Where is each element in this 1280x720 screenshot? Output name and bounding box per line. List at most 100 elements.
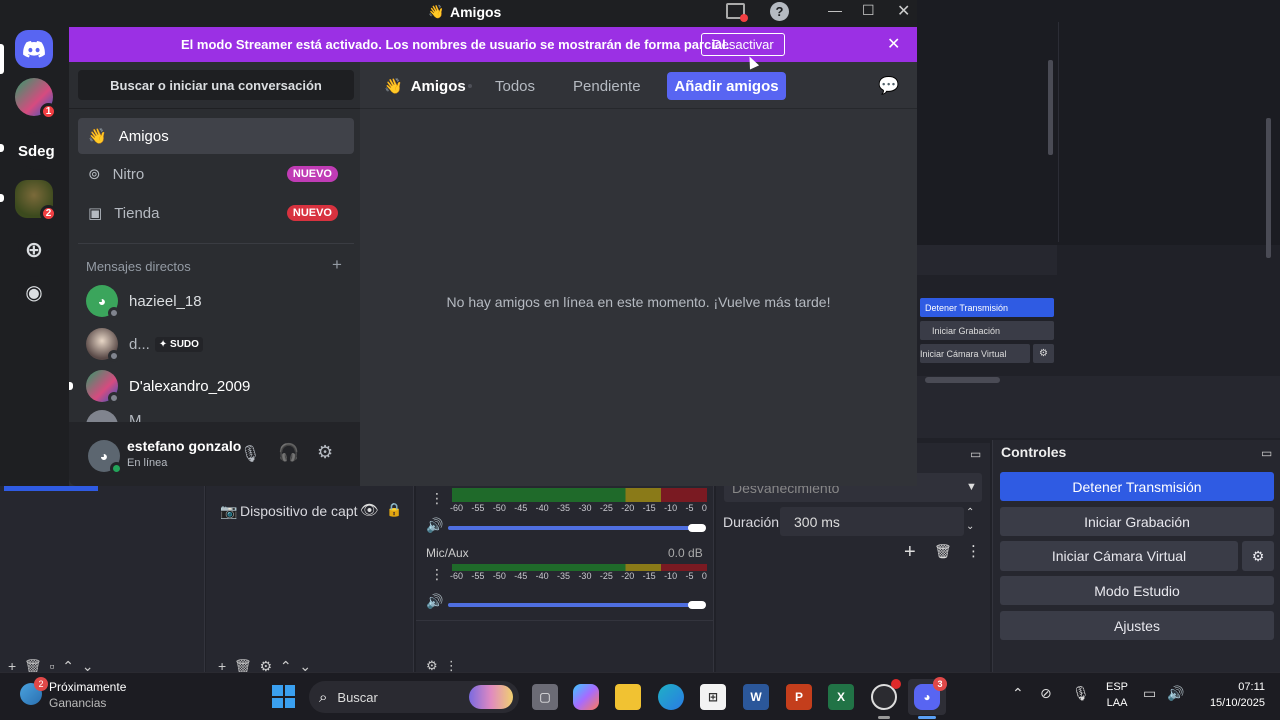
dm-item[interactable]: M... xyxy=(78,408,354,422)
mic-meter xyxy=(452,564,707,571)
dm-item[interactable]: ◕ hazieel_18 xyxy=(78,281,354,321)
server-list: 1 Sdeg 2 ⊕ ◉ xyxy=(0,26,69,486)
search-input[interactable]: Buscar o iniciar una conversación xyxy=(78,70,354,100)
volume-icon[interactable]: 🔊 xyxy=(1167,685,1184,702)
deactivate-button[interactable]: Desactivar xyxy=(701,33,785,56)
desktop-volume-slider[interactable] xyxy=(448,526,698,530)
nav-friends[interactable]: 👋 Amigos xyxy=(78,118,354,154)
microphone-tray-icon[interactable]: 🎙 xyxy=(1072,685,1090,702)
tab-add-friend[interactable]: Añadir amigos xyxy=(667,72,786,100)
settings-button[interactable]: Ajustes xyxy=(1000,611,1274,640)
mini-stop-stream-button[interactable]: Detener Transmisión xyxy=(920,298,1054,317)
duration-input[interactable]: 300 ms xyxy=(780,507,964,536)
mic-volume-knob[interactable] xyxy=(688,601,706,609)
tab-pending[interactable]: Pendiente xyxy=(573,72,641,100)
start-recording-button[interactable]: Iniciar Grabación xyxy=(1000,507,1274,536)
task-view-icon[interactable]: ▢ xyxy=(532,684,558,710)
speaker-icon[interactable]: 🔊 xyxy=(426,517,443,534)
mixer-menu-icon[interactable]: ⋮ xyxy=(430,490,444,507)
copilot-icon[interactable] xyxy=(573,684,599,710)
desktop-volume-knob[interactable] xyxy=(688,524,706,532)
stop-stream-button[interactable]: Detener Transmisión xyxy=(1000,472,1274,501)
language-indicator[interactable]: ESP LAA xyxy=(1106,679,1128,711)
clock[interactable]: 07:11 15/10/2025 xyxy=(1197,679,1265,711)
server-avatar-1[interactable]: 1 xyxy=(15,78,57,120)
dm-item[interactable]: d... ✦ SUDO xyxy=(78,324,354,364)
file-explorer-icon[interactable] xyxy=(615,684,641,710)
studio-mode-button[interactable]: Modo Estudio xyxy=(1000,576,1274,605)
obs-sources-panel: 📷 Dispositivo de captu 👁 🔒 + 🗑 ⚙ ⌃ ⌄ xyxy=(206,486,414,674)
friends-main: 👋 Amigos Todos Pendiente Añadir amigos 💬 … xyxy=(360,62,917,486)
obs-scrollbar[interactable] xyxy=(1048,60,1053,155)
obs-icon[interactable] xyxy=(871,679,901,710)
help-icon[interactable]: ? xyxy=(770,2,789,21)
headphones-icon[interactable]: 🎧 xyxy=(278,443,299,463)
virtual-camera-gear-icon[interactable]: ⚙ xyxy=(1242,541,1274,571)
mini-gear-icon[interactable]: ⚙ xyxy=(1033,344,1054,363)
remove-transition-button[interactable]: 🗑 xyxy=(934,543,952,560)
maximize-button[interactable]: ☐ xyxy=(862,2,875,19)
sources-toolbar[interactable]: + 🗑 ⚙ ⌃ ⌄ xyxy=(206,658,414,674)
start-virtual-camera-button[interactable]: Iniciar Cámara Virtual xyxy=(1000,541,1238,571)
windows-start-icon[interactable] xyxy=(272,685,295,708)
create-dm-icon[interactable]: + xyxy=(332,255,342,275)
taskbar-search[interactable]: ⌕ Buscar xyxy=(309,681,519,713)
eye-icon[interactable]: 👁 xyxy=(360,501,379,519)
user-panel: ◕ estefano gonzalo En línea 🎙 🎧 ⚙ xyxy=(69,422,360,486)
controls-title: Controles xyxy=(1001,444,1067,460)
chevron-down-icon[interactable]: ▼ xyxy=(966,481,977,493)
mic-menu-icon[interactable]: ⋮ xyxy=(430,566,444,583)
obs-scrollbar-right[interactable] xyxy=(1266,118,1271,258)
close-banner-icon[interactable]: ✕ xyxy=(887,34,900,54)
powerpoint-icon[interactable]: P xyxy=(786,684,812,710)
source-name[interactable]: Dispositivo de captu xyxy=(240,503,358,519)
new-group-dm-icon[interactable]: 💬 xyxy=(878,76,899,96)
store-icon[interactable]: ⊞ xyxy=(700,684,726,710)
nav-nitro[interactable]: ⊚ Nitro NUEVO xyxy=(78,156,354,192)
scenes-toolbar[interactable]: + 🗑 ▫ ⌃ ⌄ xyxy=(0,658,205,674)
weather-sub[interactable]: Ganancias xyxy=(49,696,106,710)
weather-title[interactable]: Próximamente xyxy=(49,680,126,694)
edge-icon[interactable] xyxy=(658,684,684,710)
mic-volume-slider[interactable] xyxy=(448,603,698,607)
tab-all[interactable]: Todos xyxy=(495,72,535,100)
user-name: estefano gonzalo xyxy=(127,438,242,454)
lock-icon[interactable]: 🔒 xyxy=(386,502,402,518)
close-window-button[interactable]: ✕ xyxy=(897,1,910,21)
mini-virtual-cam-button[interactable]: Iniciar Cámara Virtual xyxy=(920,344,1030,363)
microphone-icon[interactable]: 🎙 xyxy=(240,444,260,464)
minimize-button[interactable]: — xyxy=(828,2,842,18)
add-transition-button[interactable]: + xyxy=(904,541,916,564)
dm-item[interactable]: D'alexandro_2009 xyxy=(78,366,354,406)
discord-home-icon[interactable] xyxy=(15,30,53,68)
chevron-up-icon[interactable]: ⌃ xyxy=(1012,685,1024,702)
mini-start-recording-button[interactable]: Iniciar Grabación xyxy=(920,321,1054,340)
avatar xyxy=(86,370,120,404)
weather-icon[interactable]: 2 xyxy=(20,677,48,705)
duration-stepper[interactable]: ⌃ ⌄ xyxy=(966,506,974,534)
camera-off-icon[interactable]: ⊘ xyxy=(1040,685,1052,702)
shop-icon: ▣ xyxy=(88,205,103,222)
excel-icon[interactable]: X xyxy=(828,684,854,710)
empty-state-text: No hay amigos en línea en este momento. … xyxy=(446,294,831,310)
inbox-icon[interactable] xyxy=(726,3,748,22)
transition-menu-button[interactable]: ⋮ xyxy=(966,542,981,560)
title-bar: 👋 Amigos ? — ☐ ✕ xyxy=(0,0,917,26)
user-avatar[interactable]: ◕ xyxy=(88,440,123,475)
search-highlight-icon xyxy=(469,685,513,709)
discord-window: 👋 Amigos ? — ☐ ✕ 1 Sdeg 2 ⊕ ◉ El modo St… xyxy=(0,0,917,486)
word-icon[interactable]: W xyxy=(743,684,769,710)
network-icon[interactable]: ▭ xyxy=(1143,685,1156,702)
user-settings-gear-icon[interactable]: ⚙ xyxy=(317,442,333,463)
nav-shop[interactable]: ▣ Tienda NUEVO xyxy=(78,195,354,231)
banner-text: El modo Streamer está activado. Los nomb… xyxy=(181,37,730,52)
explore-icon[interactable]: ◉ xyxy=(18,276,50,308)
server-sdeg[interactable]: Sdeg xyxy=(18,132,58,170)
discord-taskbar-icon[interactable]: ◕ 3 xyxy=(914,677,947,710)
dock-float-icon[interactable]: ▭ xyxy=(1261,446,1272,460)
server-avatar-2[interactable]: 2 xyxy=(15,180,57,222)
server-badge: 1 xyxy=(40,103,57,120)
add-server-icon[interactable]: ⊕ xyxy=(18,234,50,266)
mic-speaker-icon[interactable]: 🔊 xyxy=(426,593,443,610)
avatar: ◕ xyxy=(86,285,120,319)
